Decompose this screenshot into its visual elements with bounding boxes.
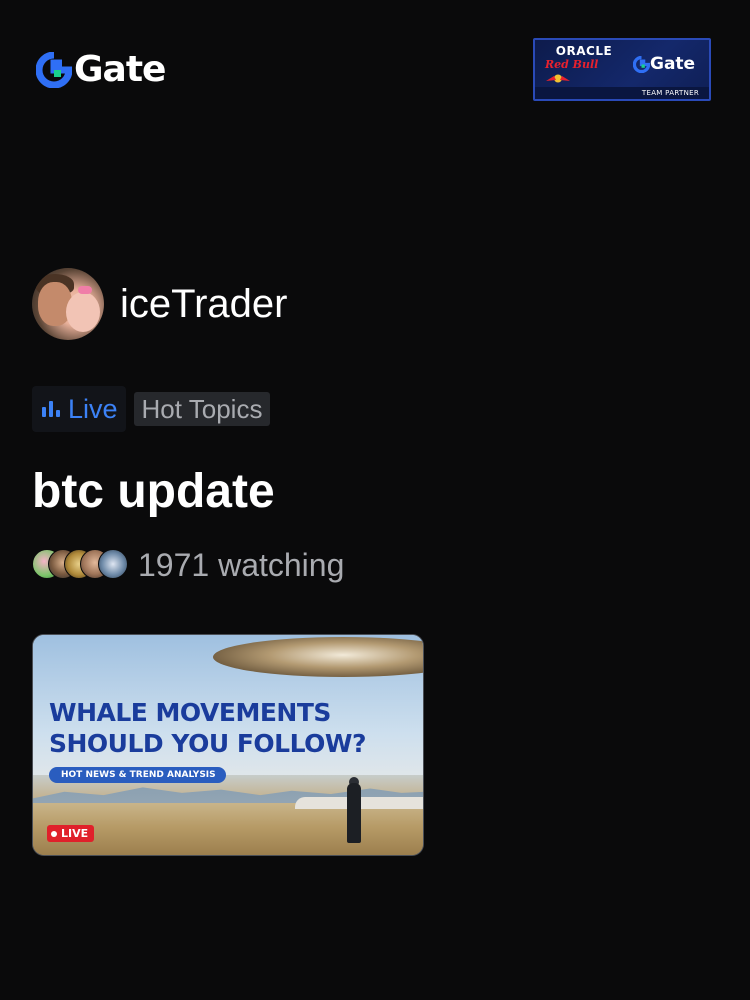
partner-gate-text: Gate	[650, 54, 696, 74]
stream-title: btc update	[32, 465, 275, 518]
live-tag: Live	[32, 386, 126, 432]
live-dot-icon	[51, 830, 57, 837]
gate-logo-icon	[35, 51, 73, 89]
partner-gate-logo: Gate	[633, 54, 695, 74]
stream-thumbnail[interactable]: WHALE MOVEMENTS SHOULD YOU FOLLOW? HOT N…	[32, 634, 424, 856]
stream-tags: Live Hot Topics	[32, 386, 271, 432]
redbull-text: Red Bull	[545, 58, 599, 71]
live-label: Live	[68, 394, 118, 424]
gate-small-icon	[633, 55, 650, 73]
topic-tag[interactable]: Hot Topics	[133, 392, 271, 426]
brand-name: Gate	[74, 49, 166, 90]
stream-share-page: Gate ORACLE Red Bull RACING Gate TEAM PA…	[0, 0, 750, 1000]
person-silhouette	[347, 783, 361, 843]
viewer-count: 1971 watching	[32, 545, 344, 585]
oracle-redbull-racing-logo: ORACLE Red Bull RACING	[541, 44, 627, 94]
team-partner-label: TEAM PARTNER	[535, 87, 709, 99]
avatar[interactable]	[32, 268, 104, 340]
live-bars-icon	[42, 401, 60, 417]
gate-logo[interactable]: Gate	[35, 49, 166, 90]
live-badge-label: LIVE	[61, 827, 89, 840]
username[interactable]: iceTrader	[120, 268, 287, 340]
viewer-avatar	[98, 549, 128, 579]
bull-icon	[546, 74, 570, 82]
watching-count: 1971 watching	[138, 547, 345, 583]
partner-badge: ORACLE Red Bull RACING Gate TEAM PARTNER	[533, 38, 711, 101]
live-badge: LIVE	[47, 825, 95, 842]
redbull-label: Red Bull	[541, 58, 627, 84]
thumbnail-headline: WHALE MOVEMENTS SHOULD YOU FOLLOW?	[49, 698, 366, 758]
thumbnail-subtitle-pill: HOT NEWS & TREND ANALYSIS	[49, 767, 226, 783]
oracle-label: ORACLE	[555, 44, 613, 58]
streamer-profile[interactable]: iceTrader	[32, 268, 287, 340]
viewer-avatars	[32, 549, 128, 581]
